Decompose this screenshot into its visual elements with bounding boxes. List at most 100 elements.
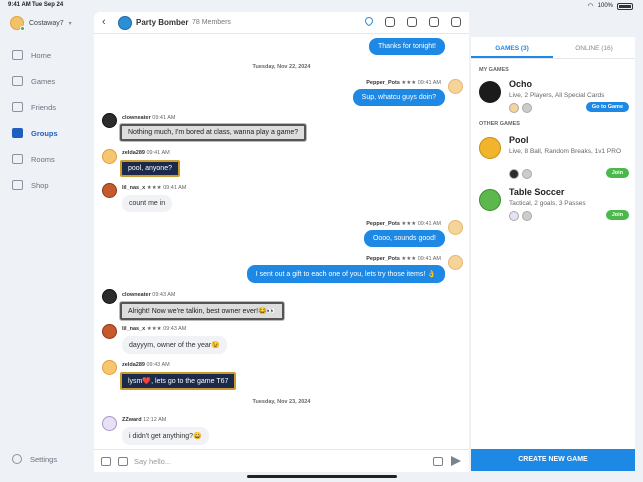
message-bubble[interactable]: Thanks for tonight! [369, 38, 445, 55]
message-bubble[interactable]: Sup, whatcu guys doin? [352, 89, 445, 106]
sidebar: Costaway7 ▾ Home Games Friends Groups Ro… [0, 12, 92, 482]
avatar [10, 16, 25, 31]
message-time: 09:41 AM [417, 221, 441, 227]
message-bubble[interactable]: i didn't get anything?😄 [122, 427, 209, 445]
tab-games[interactable]: GAMES (3) [471, 37, 553, 58]
message-list[interactable]: Thanks for tonight! Tuesday, Nov 22, 202… [94, 35, 469, 449]
message-user[interactable]: clowneater [122, 292, 151, 298]
avatar[interactable] [448, 79, 463, 94]
join-button[interactable]: Join [605, 168, 629, 178]
sticker-icon[interactable] [433, 457, 443, 466]
profile[interactable]: Costaway7 ▾ [10, 16, 72, 31]
username: Costaway7 [29, 19, 64, 27]
message-meta: Pepper_Pots ★★★ 09:41 AM [366, 80, 441, 86]
message-time: 09:43 AM [163, 326, 187, 332]
game-players [509, 103, 532, 113]
avatar[interactable] [102, 360, 117, 375]
message-user[interactable]: Pepper_Pots [366, 80, 400, 86]
sidebar-item-settings[interactable]: Settings [12, 454, 57, 464]
game-card-pool[interactable]: Pool Live, 8 Ball, Random Breaks, 1v1 PR… [479, 135, 629, 179]
gamepad-icon[interactable] [118, 457, 128, 466]
message-bubble[interactable]: Nothing much, I'm bored at class, wanna … [120, 124, 307, 141]
avatar[interactable] [448, 220, 463, 235]
avatar[interactable] [102, 324, 117, 339]
my-games-label: MY GAMES [479, 67, 509, 73]
tab-online[interactable]: ONLINE (16) [553, 37, 635, 58]
game-desc: Live, 2 Players, All Special Cards [509, 92, 605, 99]
person-icon [12, 102, 23, 112]
pool-ball-icon [479, 137, 501, 159]
date-separator: Tuesday, Nov 23, 2024 [94, 399, 469, 405]
avatar [509, 169, 519, 179]
message-user[interactable]: zelda289 [122, 150, 145, 156]
message-meta: lil_nas_x ★★★ 09:41 AM [122, 185, 187, 191]
game-title: Pool [509, 135, 529, 145]
more-icon[interactable] [451, 17, 461, 27]
heart-icon[interactable] [363, 15, 375, 27]
message-user[interactable]: Pepper_Pots [366, 256, 400, 262]
go-to-game-button[interactable]: Go to Game [585, 102, 629, 112]
avatar[interactable] [102, 149, 117, 164]
message-bubble[interactable]: dayyym, owner of the year😉 [122, 336, 227, 354]
avatar[interactable] [102, 289, 117, 304]
message-user[interactable]: zelda289 [122, 362, 145, 368]
group-name: Party Bomber [136, 18, 189, 27]
avatar[interactable] [102, 183, 117, 198]
status-right: ◠ 100% [588, 2, 633, 10]
message-user[interactable]: lil_nas_x [122, 185, 145, 191]
message-time: 09:41 AM [146, 150, 170, 156]
add-user-icon[interactable] [385, 17, 395, 27]
avatar[interactable] [102, 113, 117, 128]
message-composer: Say hello... [94, 449, 469, 472]
sidebar-item-home[interactable]: Home [12, 42, 58, 68]
message-bubble[interactable]: lysm❤️, lets go to the game T67 [120, 372, 237, 390]
create-new-game-button[interactable]: CREATE NEW GAME [471, 449, 635, 471]
avatar[interactable] [102, 416, 117, 431]
message-bubble[interactable]: Alright! Now we're talkin, best owner ev… [120, 302, 284, 320]
panel-tabs: GAMES (3) ONLINE (16) [471, 37, 635, 59]
sidebar-item-shop[interactable]: Shop [12, 172, 58, 198]
sidebar-item-friends[interactable]: Friends [12, 94, 58, 120]
message-bubble[interactable]: Oooo, sounds good! [363, 230, 445, 247]
message-bubble[interactable]: count me in [122, 195, 173, 212]
sidebar-item-label: Groups [31, 128, 58, 138]
settings-label: Settings [30, 454, 58, 464]
message-bubble[interactable]: pool, anyone? [120, 160, 180, 177]
status-bar: 9:41 AM Tue Sep 24 ◠ 100% [0, 0, 643, 12]
wifi-icon: ◠ [587, 3, 594, 10]
home-indicator[interactable] [247, 475, 397, 478]
game-card-ocho[interactable]: Ocho Live, 2 Players, All Special Cards … [479, 79, 629, 119]
empty-seat-icon [522, 169, 532, 179]
message-user[interactable]: lil_nas_x [122, 326, 145, 332]
join-button[interactable]: Join [605, 210, 629, 220]
empty-seat-icon [522, 103, 532, 113]
group-avatar[interactable] [118, 16, 132, 30]
sidebar-item-label: Shop [31, 180, 49, 190]
message-bubble[interactable]: I sent out a gift to each one of you, le… [246, 265, 445, 283]
message-time: 09:43 AM [152, 292, 176, 298]
sidebar-item-games[interactable]: Games [12, 68, 58, 94]
empty-seat-icon [522, 211, 532, 221]
game-players [509, 211, 532, 221]
back-icon[interactable]: ‹ [102, 16, 106, 28]
message-time: 09:41 AM [417, 256, 441, 262]
message-time: 09:43 AM [146, 362, 170, 368]
mute-icon[interactable] [429, 17, 439, 27]
sidebar-item-groups[interactable]: Groups [12, 120, 58, 146]
message-user[interactable]: clowneater [122, 115, 151, 121]
nav-list: Home Games Friends Groups Rooms Shop [12, 42, 58, 198]
link-icon[interactable] [407, 17, 417, 27]
message-user[interactable]: ZZward [122, 417, 142, 423]
game-desc: Tactical, 2 goals, 3 Passes [509, 200, 586, 207]
message-input[interactable]: Say hello... [134, 457, 171, 466]
send-icon[interactable] [451, 456, 461, 466]
message-user[interactable]: Pepper_Pots [366, 221, 400, 227]
game-card-table-soccer[interactable]: Table Soccer Tactical, 2 goals, 3 Passes… [479, 187, 629, 225]
sidebar-item-rooms[interactable]: Rooms [12, 146, 58, 172]
member-count[interactable]: 78 Members [192, 19, 231, 26]
gift-icon[interactable] [101, 457, 111, 466]
message-meta: Pepper_Pots ★★★ 09:41 AM [366, 256, 441, 262]
gamepad-icon [12, 76, 23, 86]
games-panel: GAMES (3) ONLINE (16) MY GAMES Ocho Live… [471, 37, 635, 471]
avatar[interactable] [448, 255, 463, 270]
